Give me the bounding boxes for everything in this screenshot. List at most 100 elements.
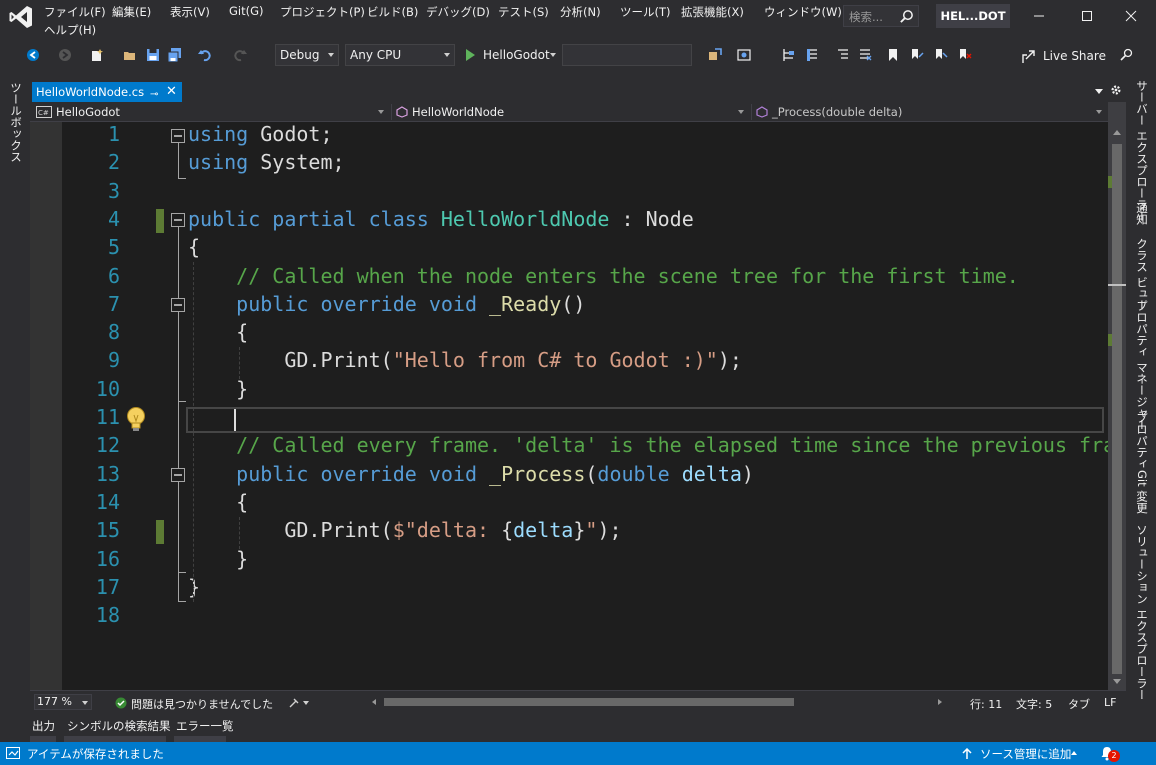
scroll-up-icon[interactable] (1112, 128, 1122, 136)
project-select[interactable]: C# HelloGodot (34, 103, 388, 121)
code-line[interactable]: using Godot; (188, 122, 333, 146)
menu-edit[interactable]: 編集(E) (112, 4, 151, 20)
collapse-ready-method-icon[interactable] (171, 298, 185, 312)
horizontal-scroll-thumb[interactable] (384, 698, 794, 706)
uncomment-icon[interactable] (858, 48, 872, 62)
redo-icon[interactable] (233, 48, 247, 62)
code-line[interactable]: using System; (188, 150, 345, 174)
screenshot-icon[interactable] (737, 48, 751, 62)
maximize-icon[interactable] (1076, 6, 1098, 26)
forward-icon[interactable] (58, 48, 72, 62)
debug-target-select[interactable] (562, 44, 692, 66)
menu-analyze[interactable]: 分析(N) (560, 4, 601, 20)
tab-output[interactable]: 出力 (32, 718, 55, 734)
browser-link-icon[interactable] (708, 48, 722, 62)
class-select[interactable]: HelloWorldNode (394, 103, 748, 121)
open-folder-icon[interactable] (123, 48, 137, 62)
line-indicator[interactable]: 行: 11 (970, 696, 1002, 712)
previous-bookmark-icon[interactable] (910, 48, 924, 62)
property-manager-tab[interactable]: プロパティ マネージャー (1134, 300, 1150, 430)
collapse-usings-icon[interactable] (171, 129, 185, 143)
feedback-icon[interactable] (1120, 48, 1134, 62)
zoom-select[interactable]: 177 % (34, 694, 92, 710)
menu-project[interactable]: プロジェクト(P) (280, 4, 365, 20)
bookmark-icon[interactable] (886, 48, 900, 62)
code-line[interactable]: { (188, 490, 248, 514)
search-icon[interactable] (899, 9, 914, 24)
tab-error-list[interactable]: エラー一覧 (176, 718, 234, 734)
code-line[interactable]: { (188, 320, 248, 344)
tab-close-icon[interactable]: ✕ (166, 82, 177, 102)
properties-tab[interactable]: プロパティ (1134, 412, 1150, 470)
tab-helloworldnode-cs[interactable]: HelloWorldNode.cs ⊸ ✕ (32, 82, 182, 102)
collapse-process-method-icon[interactable] (171, 468, 185, 482)
char-indicator[interactable]: 文字: 5 (1016, 696, 1052, 712)
member-select[interactable]: _Process(double delta) (754, 103, 1106, 121)
code-cleanup-icon[interactable] (288, 697, 312, 709)
tab-find-symbol-results[interactable]: シンボルの検索結果 (67, 718, 171, 734)
clear-bookmarks-icon[interactable] (958, 48, 972, 62)
menu-window[interactable]: ウィンドウ(W) (764, 4, 842, 20)
menu-extensions[interactable]: 拡張機能(X) (681, 4, 744, 20)
no-issues-check-icon[interactable] (115, 697, 127, 709)
code-line[interactable]: } (188, 377, 248, 401)
editor-horizontal-scrollbar[interactable] (370, 696, 970, 708)
issues-status[interactable]: 問題は見つかりませんでした (131, 696, 273, 712)
menu-build[interactable]: ビルド(B) (367, 4, 418, 20)
quick-actions-lightbulb-icon[interactable] (124, 406, 148, 434)
git-changes-tab[interactable]: Git 変更 (1134, 470, 1150, 513)
menu-tools[interactable]: ツール(T) (620, 4, 671, 20)
comment-out-icon[interactable] (836, 48, 850, 62)
code-line[interactable]: // Called every frame. 'delta' is the el… (188, 433, 1108, 457)
add-to-source-control-button[interactable]: ソース管理に追加 (980, 746, 1071, 762)
code-line[interactable]: GD.Print("Hello from C# to Godot :)"); (188, 348, 742, 372)
save-icon[interactable] (146, 48, 160, 62)
menu-view[interactable]: 表示(V) (170, 4, 210, 20)
menu-git[interactable]: Git(G) (229, 4, 264, 18)
upload-arrow-icon[interactable] (962, 748, 972, 760)
step-into-icon[interactable] (782, 48, 796, 62)
start-debugging-button[interactable]: HelloGodot (462, 44, 558, 66)
code-line[interactable]: public override void _Process(double del… (188, 462, 754, 486)
tab-list-dropdown-icon[interactable] (1094, 86, 1104, 96)
server-explorer-tab[interactable]: サーバー エクスプローラー (1134, 80, 1150, 222)
solution-name-badge[interactable]: HEL...DOT (936, 4, 1010, 28)
solution-explorer-tab[interactable]: ソリューション エクスプローラー (1134, 524, 1150, 700)
vertical-scroll-thumb[interactable] (1112, 144, 1122, 674)
scroll-left-icon[interactable] (370, 698, 378, 706)
live-share-icon[interactable] (1022, 50, 1036, 64)
back-icon[interactable] (26, 48, 40, 62)
undo-icon[interactable] (198, 48, 212, 62)
collapse-class-icon[interactable] (171, 213, 185, 227)
source-control-caret-icon[interactable] (1070, 750, 1078, 756)
line-ending-indicator[interactable]: LF (1104, 696, 1116, 709)
search-box[interactable]: 検索... (843, 5, 919, 27)
menu-debug[interactable]: デバッグ(D) (426, 4, 490, 20)
live-share-button[interactable]: Live Share (1043, 49, 1106, 63)
save-all-icon[interactable] (168, 48, 182, 62)
toolbox-tab[interactable]: ツールボックス (8, 82, 24, 163)
minimize-icon[interactable] (1028, 6, 1050, 26)
scroll-down-icon[interactable] (1112, 678, 1122, 686)
visual-studio-logo-icon[interactable] (8, 4, 34, 30)
code-line[interactable]: public override void _Ready() (188, 292, 585, 316)
menu-test[interactable]: テスト(S) (498, 4, 549, 20)
code-line[interactable]: } (188, 547, 248, 571)
menu-help[interactable]: ヘルプ(H) (44, 22, 96, 38)
new-project-icon[interactable] (90, 48, 104, 62)
menu-file[interactable]: ファイル(F) (44, 4, 106, 20)
step-over-icon[interactable] (806, 48, 820, 62)
code-line[interactable]: // Called when the node enters the scene… (188, 264, 1019, 288)
code-line[interactable]: } (188, 575, 200, 599)
next-bookmark-icon[interactable] (934, 48, 948, 62)
close-window-icon[interactable] (1120, 6, 1142, 26)
code-line[interactable]: { (188, 235, 200, 259)
settings-gear-icon[interactable] (1110, 84, 1122, 96)
tab-indicator[interactable]: タブ (1068, 696, 1090, 712)
solution-configuration-select[interactable]: Debug (275, 44, 339, 66)
code-line[interactable]: GD.Print($"delta: {delta}"); (188, 518, 621, 542)
solution-platform-select[interactable]: Any CPU (345, 44, 455, 66)
scroll-right-icon[interactable] (936, 698, 944, 706)
notifications-tab[interactable]: 通知 (1134, 202, 1150, 225)
code-line[interactable]: public partial class HelloWorldNode : No… (188, 207, 694, 231)
